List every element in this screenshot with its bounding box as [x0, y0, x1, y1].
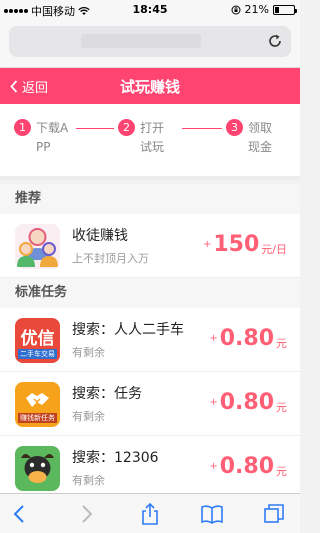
step-download: 1 下载APP [14, 119, 70, 157]
reward-amount: 0.80 [219, 326, 274, 351]
task-item[interactable]: 优信 二手车交易 搜索：人人二手车 有剩余 +0.80 元 [0, 308, 300, 372]
icon-caption: 赚钱新任务 [18, 413, 57, 423]
step-trial: 2 打开试玩 [118, 119, 174, 157]
reward: +0.80 元 [209, 326, 287, 351]
reward: +0.80 元 [209, 454, 287, 479]
task-subtitle: 上不封顶月入万 [72, 252, 149, 265]
step-number: 3 [226, 119, 243, 136]
step-label: 打开试玩 [140, 121, 165, 154]
battery-icon [273, 4, 297, 15]
battery-info: 21% [231, 3, 297, 16]
reward-unit: 元 [276, 401, 287, 414]
task-name: 收徒赚钱 [72, 228, 128, 244]
task-name: 搜索：人人二手车 [72, 322, 184, 338]
browser-header [0, 20, 300, 68]
reward-plus: + [209, 461, 218, 472]
reward: +150 元/日 [203, 232, 287, 257]
step-number: 2 [118, 119, 135, 136]
task-name: 搜索：任务 [72, 386, 142, 402]
page-title: 试玩赚钱 [119, 78, 180, 96]
section-title-recommend: 推荐 [0, 184, 300, 214]
step-label: 下载APP [36, 121, 69, 154]
task-name: 搜索：12306 [72, 450, 159, 466]
recommend-item[interactable]: 收徒赚钱 上不封顶月入万 +150 元/日 [0, 214, 300, 278]
reward-amount: 0.80 [219, 454, 274, 479]
reward-amount: 150 [213, 232, 260, 257]
rotation-lock-icon [231, 5, 241, 14]
back-arrow-icon[interactable] [8, 502, 32, 526]
reward-unit: 元 [276, 465, 287, 478]
reload-icon[interactable] [267, 33, 283, 49]
forward-arrow-icon[interactable] [74, 502, 98, 526]
people-icon [15, 224, 60, 269]
step-connector [76, 128, 114, 129]
task-subtitle: 有剩余 [72, 474, 105, 487]
task-item[interactable]: 赚钱新任务 搜索：任务 有剩余 +0.80 元 [0, 372, 300, 436]
step-cash: 3 领取现金 [226, 119, 282, 157]
step-label: 领取现金 [248, 121, 273, 154]
tabs-icon[interactable] [262, 502, 286, 526]
battery-percent: 21% [244, 3, 269, 16]
task-list: 推荐 收徒赚钱 上不封顶月入万 +150 元/日 标准任务 优信 二手车交易 搜索… [0, 184, 300, 493]
cow-app-icon [15, 446, 60, 491]
step-connector [182, 128, 222, 129]
icon-text: 优信 [20, 329, 55, 349]
app-header: 返回 试玩赚钱 [0, 68, 300, 104]
url-text[interactable] [81, 34, 201, 48]
steps-bar: 1 下载APP 2 打开试玩 3 领取现金 [0, 104, 300, 180]
youxin-app-icon: 优信 二手车交易 [15, 318, 60, 363]
share-icon[interactable] [138, 502, 162, 526]
task-item[interactable]: 搜索：12306 有剩余 +0.80 元 [0, 436, 300, 493]
reward: +0.80 元 [209, 390, 287, 415]
reward-amount: 0.80 [219, 390, 274, 415]
task-subtitle: 有剩余 [72, 410, 105, 423]
bookmarks-icon[interactable] [200, 502, 224, 526]
handshake-app-icon: 赚钱新任务 [15, 382, 60, 427]
reward-unit: 元 [276, 337, 287, 350]
reward-plus: + [202, 239, 212, 250]
reward-plus: + [209, 397, 218, 408]
task-subtitle: 有剩余 [72, 346, 105, 359]
section-title-standard: 标准任务 [0, 278, 300, 308]
browser-toolbar [0, 493, 300, 533]
step-number: 1 [14, 119, 31, 136]
icon-caption: 二手车交易 [18, 349, 57, 359]
address-bar[interactable] [9, 26, 291, 57]
reward-unit: 元/日 [261, 243, 287, 256]
reward-plus: + [209, 333, 218, 344]
status-bar: 中国移动 18:45 21% [0, 0, 300, 20]
